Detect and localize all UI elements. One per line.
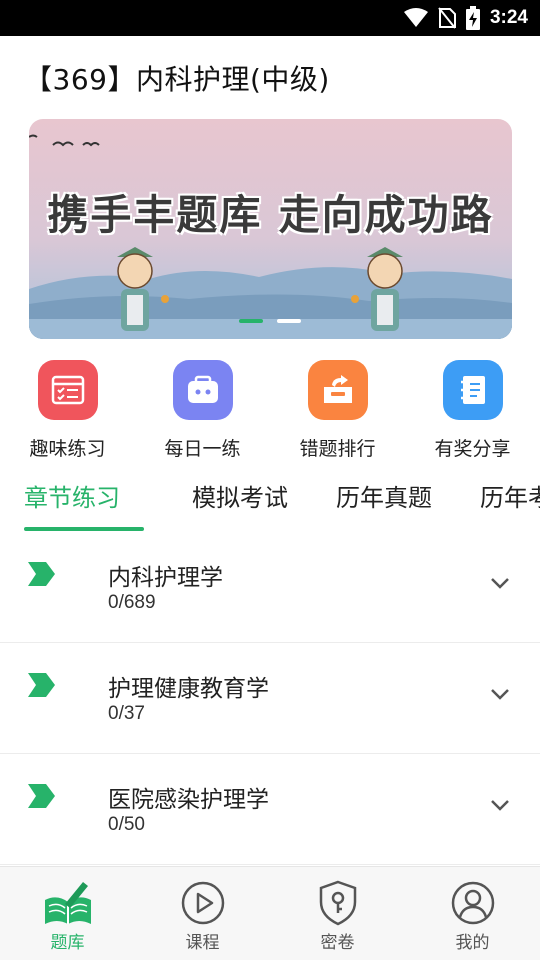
nav-question-bank[interactable]: 题库 [0, 867, 135, 960]
chapter-title: 医院感染护理学 [108, 787, 269, 813]
chapter-progress: 0/37 [108, 703, 145, 724]
chevron-down-icon[interactable] [490, 798, 510, 812]
no-sim-icon [438, 7, 456, 29]
quiz-checklist-icon [37, 360, 98, 420]
tab-past-papers[interactable]: 历年真题 [336, 478, 432, 513]
chapter-list: 内科护理学 0/689 护理健康教育学 0/37 医院感染护理学 0/50 [0, 532, 540, 865]
quick-action-label: 有奖分享 [434, 438, 511, 460]
carousel-dot [277, 319, 301, 323]
chevron-down-icon[interactable] [490, 576, 510, 590]
quick-action-label: 每日一练 [164, 438, 241, 460]
nav-label: 题库 [50, 933, 85, 953]
nav-label: 我的 [455, 933, 490, 953]
nav-label: 课程 [185, 933, 220, 953]
banner-slogan: 携手丰题库 走向成功路 [47, 191, 494, 239]
chapter-row[interactable]: 护理健康教育学 0/37 [0, 643, 540, 754]
page-title: 【369】内科护理(中级) [24, 63, 330, 96]
active-tab-indicator [24, 527, 144, 531]
quick-actions: 趣味练习 每日一练 错题排行 有奖分享 [0, 360, 540, 470]
wrong-ranking-icon [307, 360, 368, 420]
tab-chapter-practice[interactable]: 章节练习 [24, 478, 120, 513]
nav-courses[interactable]: 课程 [135, 867, 270, 960]
tab-past-exams[interactable]: 历年考 [480, 478, 540, 513]
quick-action-wrong-ranking[interactable]: 错题排行 [270, 360, 405, 461]
chapter-flag-icon [28, 562, 55, 586]
battery-charging-icon [465, 6, 480, 30]
chapter-progress: 0/50 [108, 814, 145, 835]
question-bank-icon [42, 877, 94, 929]
bottom-navigation: 题库 课程 密卷 我的 [0, 866, 540, 960]
nav-secret-papers[interactable]: 密卷 [270, 867, 405, 960]
nav-label: 密卷 [320, 933, 355, 953]
play-course-icon [177, 877, 229, 929]
clock: 3:24 [489, 7, 528, 28]
chapter-progress: 0/689 [108, 592, 156, 613]
quick-action-share-reward[interactable]: 有奖分享 [405, 360, 540, 461]
quick-action-label: 错题排行 [299, 438, 376, 460]
profile-icon [447, 877, 499, 929]
status-bar: 3:24 [0, 0, 540, 36]
chapter-row[interactable]: 内科护理学 0/689 [0, 532, 540, 643]
chapter-flag-icon [28, 673, 55, 697]
chapter-title: 内科护理学 [108, 565, 223, 591]
chapter-flag-icon [28, 784, 55, 808]
share-book-icon [442, 360, 503, 420]
quick-action-label: 趣味练习 [29, 438, 106, 460]
carousel-indicator [239, 319, 301, 323]
nav-profile[interactable]: 我的 [405, 867, 540, 960]
status-icons: 3:24 [403, 0, 528, 36]
wifi-icon [403, 8, 428, 27]
practice-tabs: 章节练习 模拟考试 历年真题 历年考 [0, 474, 540, 532]
secret-paper-shield-icon [312, 877, 364, 929]
quick-action-fun-practice[interactable]: 趣味练习 [0, 360, 135, 461]
tab-mock-exam[interactable]: 模拟考试 [192, 478, 288, 513]
promo-banner[interactable]: 携手丰题库 走向成功路 [29, 119, 512, 339]
quick-action-daily-practice[interactable]: 每日一练 [135, 360, 270, 461]
chapter-title: 护理健康教育学 [108, 676, 269, 702]
chevron-down-icon[interactable] [490, 687, 510, 701]
carousel-dot-active [239, 319, 263, 323]
daily-practice-icon [172, 360, 233, 420]
chapter-row[interactable]: 医院感染护理学 0/50 [0, 754, 540, 865]
